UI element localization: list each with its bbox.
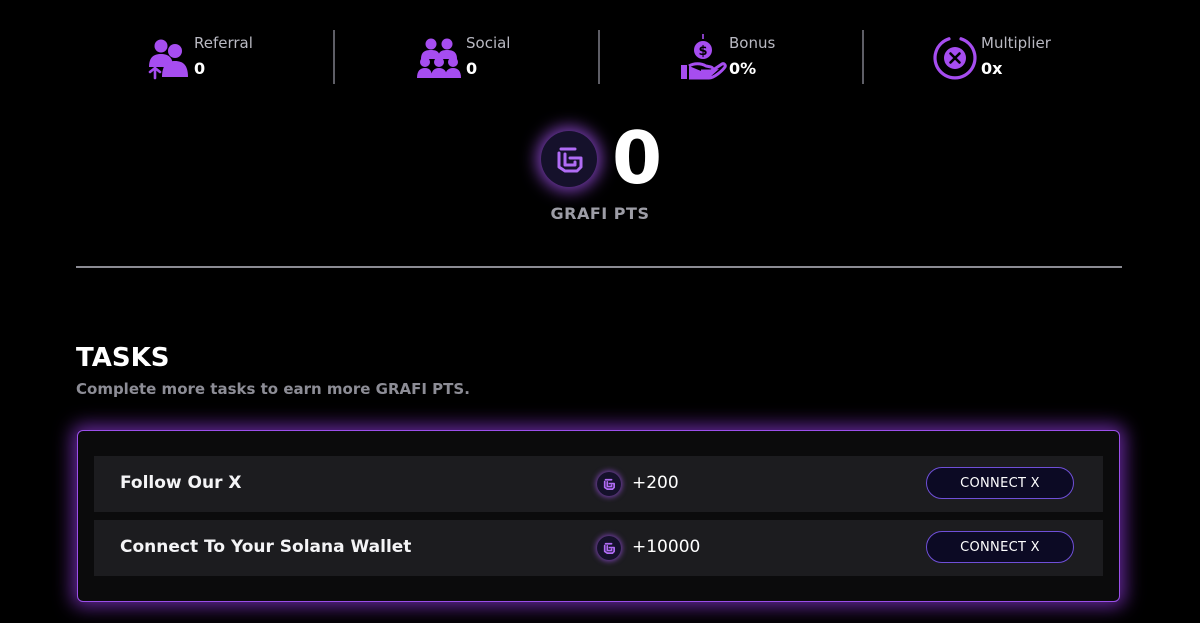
grafi-logo-icon	[541, 131, 597, 187]
connect-wallet-button[interactable]: CONNECT X	[926, 531, 1074, 563]
tasks-title: TASKS	[76, 343, 170, 373]
points-label: GRAFI PTS	[550, 204, 650, 223]
referral-users-icon	[144, 34, 192, 82]
grafi-coin-icon	[597, 536, 621, 560]
stat-bonus-value: 0%	[729, 59, 757, 78]
stat-multiplier-label: Multiplier	[981, 34, 1051, 52]
task-name: Connect To Your Solana Wallet	[120, 537, 412, 557]
stat-referral-label: Referral	[194, 34, 253, 52]
stat-divider	[598, 30, 600, 84]
task-row: Follow Our X +200 CONNECT X	[94, 456, 1103, 512]
task-reward: +10000	[632, 537, 701, 557]
stats-bar: Referral 0 Social 0 $ Bonus 0% Multiplie…	[0, 30, 1200, 86]
points-value: 0	[612, 116, 663, 200]
grafi-coin-icon	[597, 472, 621, 496]
task-reward: +200	[632, 473, 679, 493]
stat-divider	[862, 30, 864, 84]
tasks-subtitle: Complete more tasks to earn more GRAFI P…	[76, 380, 470, 398]
connect-x-button[interactable]: CONNECT X	[926, 467, 1074, 499]
section-divider	[76, 266, 1122, 268]
stat-social-label: Social	[466, 34, 511, 52]
task-name: Follow Our X	[120, 473, 242, 493]
tasks-panel: Follow Our X +200 CONNECT X Connect To Y…	[77, 430, 1120, 602]
stat-referral-value: 0	[194, 59, 206, 78]
social-group-icon	[416, 34, 464, 82]
task-row: Connect To Your Solana Wallet +10000 CON…	[94, 520, 1103, 576]
stat-divider	[333, 30, 335, 84]
multiplier-x-icon	[931, 34, 979, 82]
svg-text:$: $	[698, 44, 707, 59]
stat-social-value: 0	[466, 59, 478, 78]
stat-bonus-label: Bonus	[729, 34, 776, 52]
bonus-money-hand-icon: $	[679, 34, 727, 82]
stat-multiplier-value: 0x	[981, 59, 1003, 78]
